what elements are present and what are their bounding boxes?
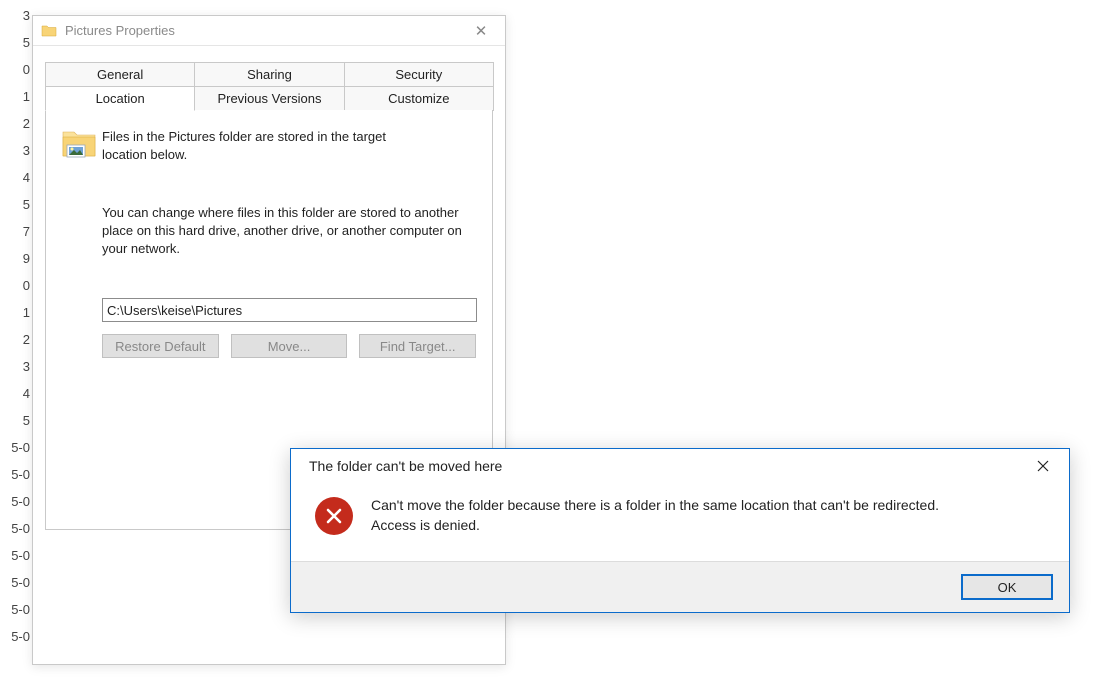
location-path-input[interactable] [102, 298, 477, 322]
ok-button[interactable]: OK [961, 574, 1053, 600]
line-number: 5 [0, 191, 34, 218]
line-number: 5-0 [0, 488, 34, 515]
properties-titlebar: Pictures Properties ✕ [33, 16, 505, 46]
line-number: 5-0 [0, 542, 34, 569]
tab-security[interactable]: Security [344, 62, 494, 87]
error-x-icon [315, 497, 353, 535]
line-number: 3 [0, 2, 34, 29]
line-number: 2 [0, 326, 34, 353]
tab-location[interactable]: Location [45, 87, 195, 111]
line-number: 4 [0, 380, 34, 407]
close-icon[interactable]: ✕ [465, 19, 497, 43]
line-number: 5-0 [0, 569, 34, 596]
restore-default-button: Restore Default [102, 334, 219, 358]
error-title-text: The folder can't be moved here [309, 458, 1027, 474]
line-number: 5-0 [0, 461, 34, 488]
line-number: 7 [0, 218, 34, 245]
line-number: 0 [0, 272, 34, 299]
line-number: 5-0 [0, 623, 34, 650]
background-line-numbers: 35012345790123455-05-05-05-05-05-05-05-0 [0, 0, 34, 650]
line-number: 5-0 [0, 596, 34, 623]
error-body: Can't move the folder because there is a… [291, 483, 1069, 561]
line-number: 4 [0, 164, 34, 191]
location-desc-1: Files in the Pictures folder are stored … [102, 128, 422, 164]
error-message: Can't move the folder because there is a… [371, 495, 939, 535]
error-message-line1: Can't move the folder because there is a… [371, 497, 939, 513]
close-icon[interactable] [1027, 454, 1059, 478]
location-desc-2: You can change where files in this folde… [102, 204, 462, 258]
error-footer: OK [291, 561, 1069, 612]
line-number: 0 [0, 56, 34, 83]
line-number: 3 [0, 353, 34, 380]
error-titlebar: The folder can't be moved here [291, 449, 1069, 483]
error-dialog: The folder can't be moved here Can't mov… [290, 448, 1070, 613]
line-number: 3 [0, 137, 34, 164]
find-target-button: Find Target... [359, 334, 476, 358]
line-number: 1 [0, 299, 34, 326]
tab-customize[interactable]: Customize [344, 87, 494, 111]
move-button: Move... [231, 334, 348, 358]
location-button-row: Restore Default Move... Find Target... [102, 334, 476, 358]
line-number: 5-0 [0, 434, 34, 461]
line-number: 9 [0, 245, 34, 272]
properties-title: Pictures Properties [65, 23, 465, 38]
tab-general[interactable]: General [45, 62, 195, 87]
line-number: 5-0 [0, 515, 34, 542]
line-number: 1 [0, 83, 34, 110]
folder-pictures-icon [62, 128, 96, 160]
line-number: 2 [0, 110, 34, 137]
error-message-line2: Access is denied. [371, 517, 480, 533]
tab-previous-versions[interactable]: Previous Versions [194, 87, 344, 111]
line-number: 5 [0, 29, 34, 56]
tab-sharing[interactable]: Sharing [194, 62, 344, 87]
line-number: 5 [0, 407, 34, 434]
folder-small-icon [41, 23, 57, 39]
